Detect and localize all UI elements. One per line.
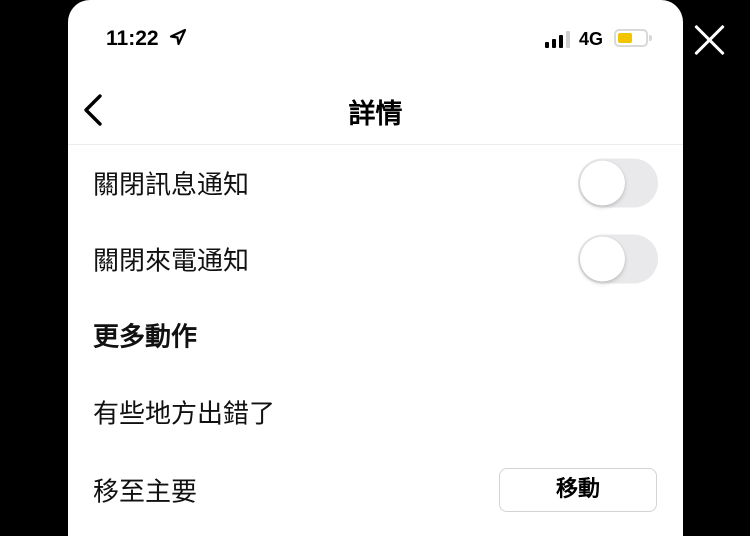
move-button[interactable]: 移動	[499, 468, 657, 512]
report-problem-row[interactable]: 有些地方出錯了	[68, 374, 683, 450]
mute-calls-label: 關閉來電通知	[93, 246, 250, 277]
report-problem-label[interactable]: 有些地方出錯了	[93, 394, 275, 431]
nav-bar: 詳情	[68, 78, 683, 145]
mute-messages-row: 關閉訊息通知	[68, 145, 683, 221]
status-time: 11:22	[106, 27, 159, 50]
mute-calls-row: 關閉來電通知	[68, 221, 683, 297]
close-icon[interactable]	[690, 20, 730, 60]
page-title: 詳情	[348, 99, 403, 130]
mute-messages-label: 關閉訊息通知	[93, 170, 250, 201]
mute-messages-toggle[interactable]	[578, 158, 658, 208]
cellular-signal-icon	[545, 30, 571, 48]
more-actions-header: 更多動作	[93, 322, 198, 353]
phone-screen: 11:22 4G 詳情 關閉訊息通知 關閉來電通知 更多動作 有些地方出錯了 移…	[68, 0, 683, 536]
more-actions-header-row: 更多動作	[68, 297, 683, 373]
battery-icon	[614, 29, 652, 47]
move-to-primary-row: 移至主要 移動	[68, 452, 683, 528]
location-arrow-icon	[169, 28, 187, 46]
mute-calls-toggle[interactable]	[578, 234, 658, 284]
status-bar: 11:22 4G	[68, 0, 683, 78]
move-to-primary-label: 移至主要	[93, 477, 198, 508]
network-type: 4G	[579, 29, 604, 49]
